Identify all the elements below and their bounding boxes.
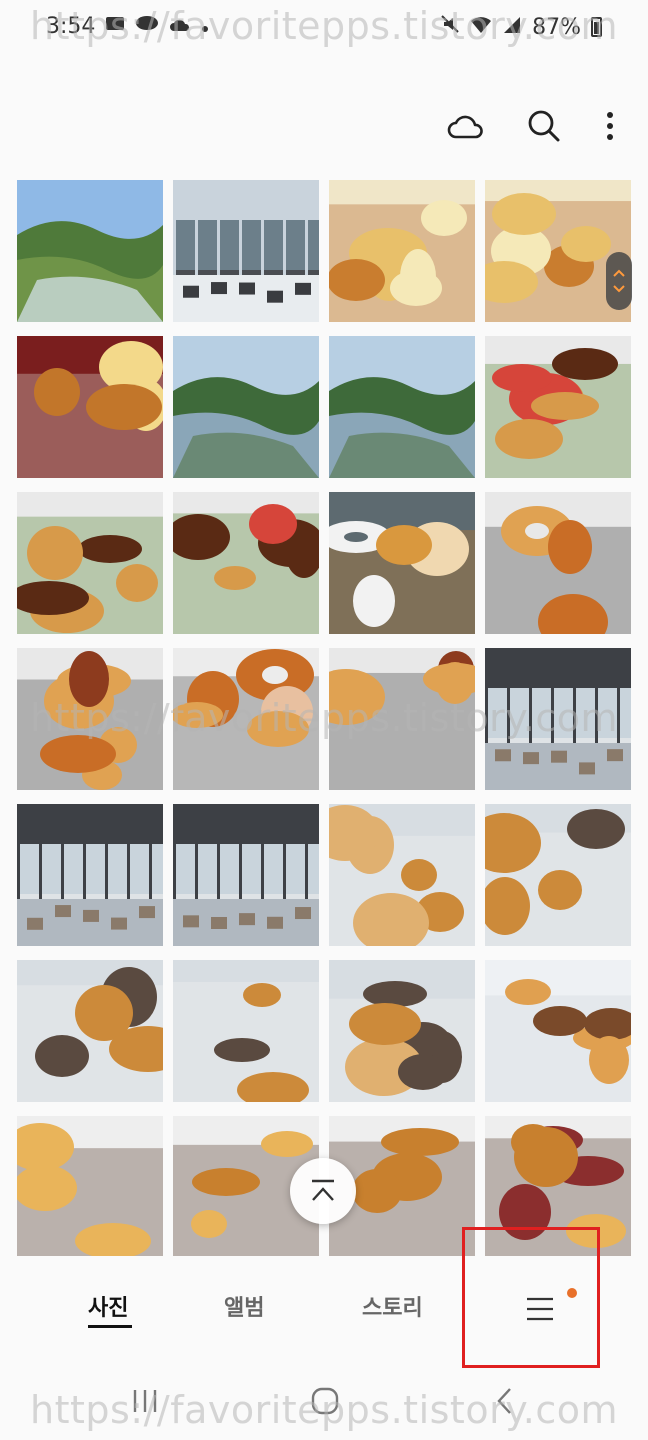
photo-thumbnail[interactable] (17, 336, 163, 478)
cloud-icon (169, 14, 191, 39)
search-icon (528, 110, 560, 142)
back-icon[interactable] (494, 1386, 514, 1416)
mute-icon (440, 14, 460, 40)
wifi-icon (470, 15, 492, 40)
message-icon (105, 14, 125, 39)
photo-thumbnail[interactable] (485, 648, 631, 790)
highlight-annotation-box (462, 1227, 600, 1368)
photo-thumbnail[interactable] (173, 336, 319, 478)
photo-thumbnail[interactable] (329, 492, 475, 634)
status-time: 3:54 (46, 14, 96, 39)
photo-thumbnail[interactable] (485, 804, 631, 946)
chevron-down-icon (613, 285, 625, 293)
cloud-icon (447, 115, 483, 139)
more-vertical-icon (607, 112, 613, 140)
talk-icon (135, 14, 159, 39)
photo-thumbnail[interactable] (17, 648, 163, 790)
tab-albums[interactable]: 앨범 (224, 1290, 264, 1322)
photo-thumbnail[interactable] (173, 492, 319, 634)
battery-text: 87% (532, 14, 581, 40)
cloud-sync-button[interactable] (444, 104, 488, 148)
photo-thumbnail[interactable] (173, 960, 319, 1102)
photo-thumbnail[interactable] (485, 336, 631, 478)
photo-thumbnail[interactable] (17, 1116, 163, 1256)
photo-thumbnail[interactable] (329, 648, 475, 790)
photo-grid (17, 180, 631, 1256)
photo-thumbnail[interactable] (485, 492, 631, 634)
photo-thumbnail[interactable] (173, 804, 319, 946)
scroll-to-top-button[interactable] (290, 1158, 356, 1224)
photo-thumbnail[interactable] (17, 960, 163, 1102)
recents-icon[interactable] (130, 1388, 160, 1414)
photo-thumbnail[interactable] (329, 804, 475, 946)
battery-icon (591, 17, 602, 37)
photo-thumbnail[interactable] (17, 180, 163, 322)
gallery-toolbar (444, 104, 620, 148)
chevron-up-icon (613, 269, 625, 277)
photo-thumbnail[interactable] (17, 492, 163, 634)
tab-photos[interactable]: 사진 (88, 1290, 128, 1322)
active-tab-indicator (88, 1325, 132, 1328)
photo-thumbnail[interactable] (485, 960, 631, 1102)
photo-thumbnail[interactable] (329, 336, 475, 478)
home-icon[interactable] (310, 1386, 340, 1416)
more-options-button[interactable] (600, 104, 620, 148)
system-navigation-bar (0, 1370, 648, 1440)
photo-thumbnail[interactable] (329, 180, 475, 322)
tab-stories[interactable]: 스토리 (362, 1290, 423, 1322)
fast-scroll-handle[interactable] (606, 252, 632, 310)
signal-icon (502, 15, 522, 40)
photo-thumbnail[interactable] (173, 648, 319, 790)
search-button[interactable] (522, 104, 566, 148)
chevron-up-icon (312, 1179, 334, 1201)
photo-thumbnail[interactable] (173, 180, 319, 322)
status-bar: 3:54 87% (0, 0, 648, 56)
photo-thumbnail[interactable] (17, 804, 163, 946)
photo-thumbnail[interactable] (329, 960, 475, 1102)
dot-icon (201, 14, 209, 39)
status-right: 87% (440, 14, 602, 40)
status-left: 3:54 (46, 14, 209, 39)
